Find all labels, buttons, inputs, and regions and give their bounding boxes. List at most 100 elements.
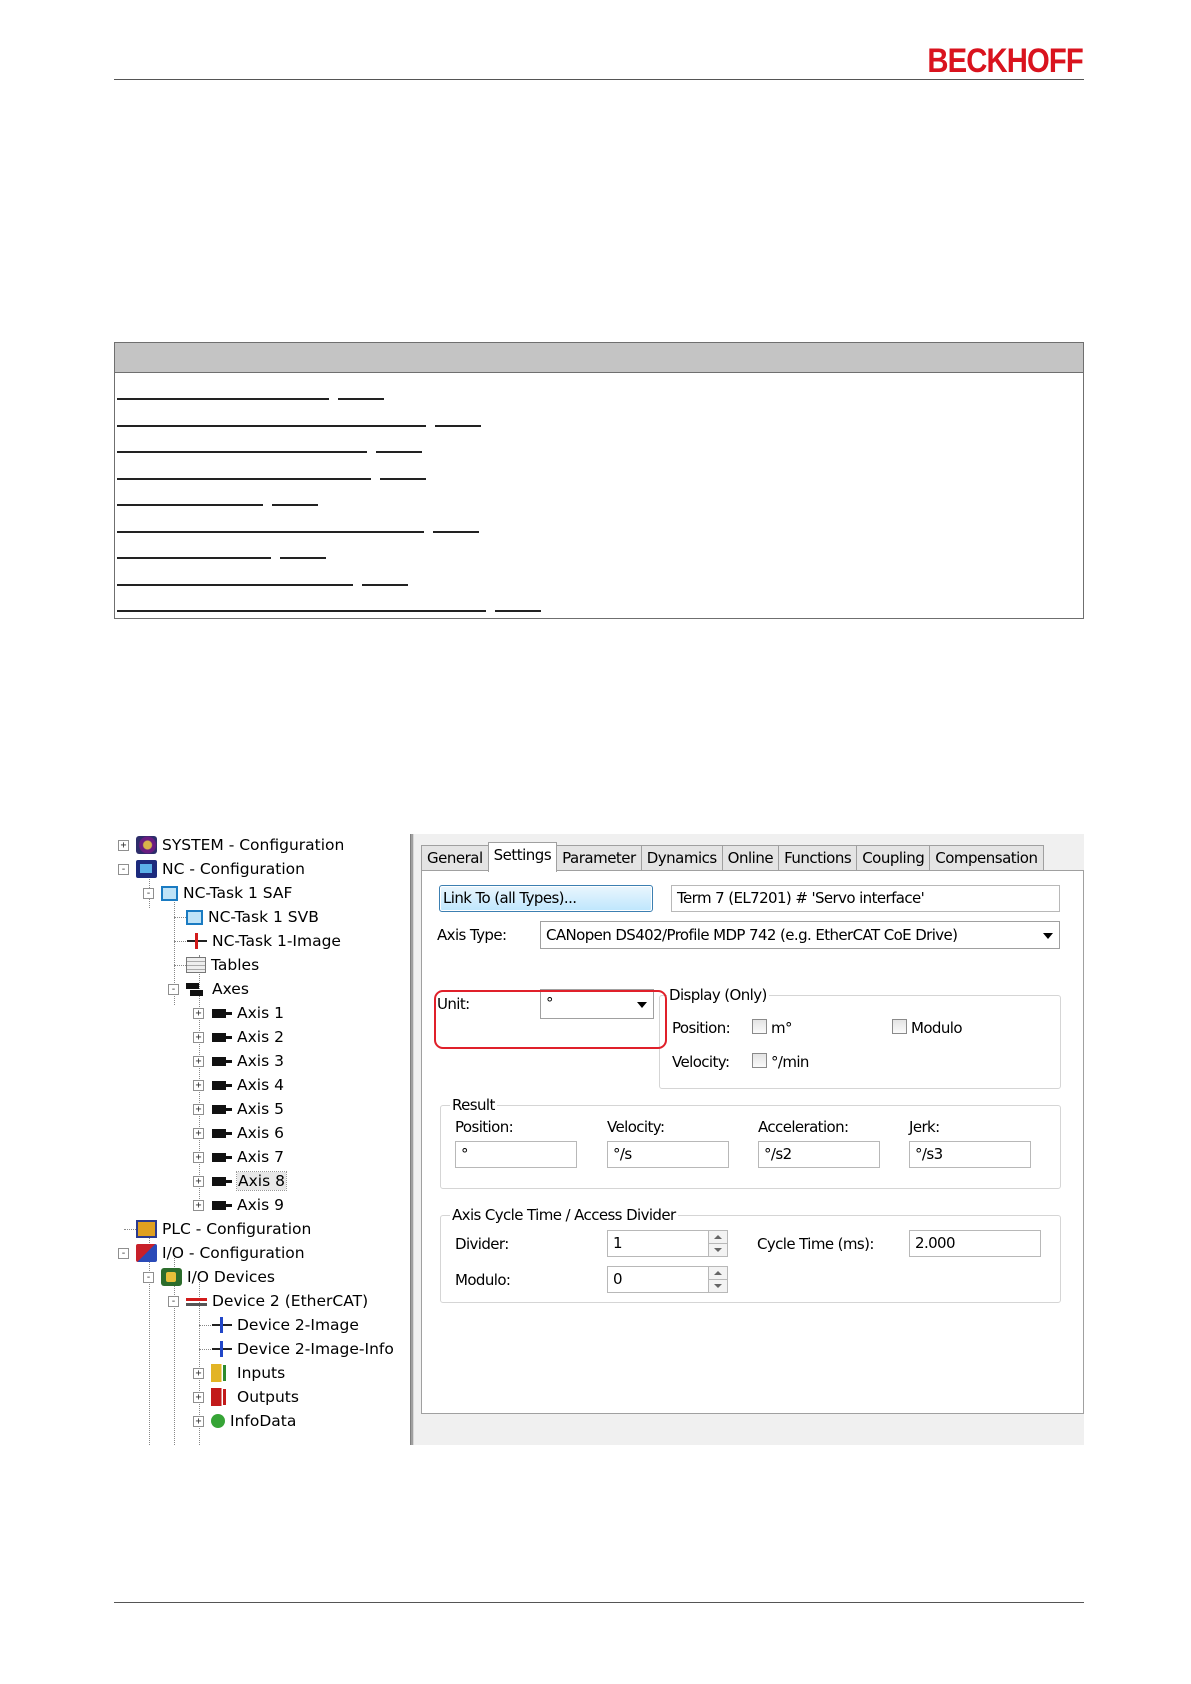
tab-general[interactable]: General [421, 845, 489, 871]
axes-icon [186, 980, 207, 998]
tree-item-io-devices[interactable]: - I/O Devices [139, 1266, 275, 1288]
tab-coupling[interactable]: Coupling [856, 845, 931, 871]
collapse-icon[interactable]: - [168, 984, 179, 995]
tree-item-label: Outputs [237, 1388, 299, 1406]
toc-link[interactable] [115, 543, 1083, 570]
result-position-field[interactable]: ° [455, 1141, 577, 1168]
modulo-field[interactable]: 0 [607, 1266, 709, 1293]
cycle-time-field[interactable]: 2.000 [909, 1230, 1041, 1257]
tab-compensation[interactable]: Compensation [929, 845, 1044, 871]
divider-spinner[interactable] [708, 1230, 728, 1257]
tree-item-nc-task-svb[interactable]: NC-Task 1 SVB [164, 906, 319, 928]
link-target-field[interactable]: Term 7 (EL7201) # 'Servo interface' [671, 885, 1060, 912]
table-icon [186, 957, 206, 973]
result-acceleration-field[interactable]: °/s2 [758, 1141, 880, 1168]
expand-icon[interactable]: + [193, 1008, 204, 1019]
expand-icon[interactable]: + [193, 1080, 204, 1091]
tab-functions[interactable]: Functions [778, 845, 858, 871]
tab-dynamics[interactable]: Dynamics [640, 845, 723, 871]
tree-item-label: NC-Task 1 SVB [208, 908, 319, 926]
toc-link[interactable] [115, 517, 1083, 544]
tree-item-nc-task-saf[interactable]: - NC-Task 1 SAF [139, 882, 292, 904]
tree-item-axis-8[interactable]: + Axis 8 [189, 1170, 287, 1192]
io-icon [136, 1244, 157, 1262]
modulo-checkbox[interactable] [892, 1019, 907, 1034]
expand-icon[interactable]: + [193, 1416, 204, 1427]
m-degree-checkbox[interactable] [752, 1019, 767, 1034]
result-velocity-field[interactable]: °/s [607, 1141, 729, 1168]
collapse-icon[interactable]: - [118, 1248, 129, 1259]
toc-link[interactable] [115, 464, 1083, 491]
axis-cycle-time-group: Axis Cycle Time / Access Divider Divider… [440, 1206, 1061, 1303]
tree-item-label: Axis 8 [236, 1171, 287, 1191]
collapse-icon[interactable]: - [168, 1296, 179, 1307]
tree-item-device-image[interactable]: Device 2-Image [189, 1314, 359, 1336]
tree-item-label: Axis 3 [237, 1052, 284, 1070]
toc-link[interactable] [115, 490, 1083, 517]
tree-item-label: Axis 2 [237, 1028, 284, 1046]
tree-item-outputs[interactable]: + Outputs [189, 1386, 299, 1408]
tree-item-system[interactable]: + SYSTEM - Configuration [114, 834, 344, 856]
toc-link[interactable] [115, 437, 1083, 464]
devices-icon [161, 1268, 182, 1286]
tree-item-io[interactable]: - I/O - Configuration [114, 1242, 305, 1264]
tree-item-axis-4[interactable]: + Axis 4 [189, 1074, 284, 1096]
group-title: Axis Cycle Time / Access Divider [450, 1206, 678, 1224]
tree-item-plc[interactable]: PLC - Configuration [114, 1218, 311, 1240]
tree-item-axes[interactable]: - Axes [164, 978, 249, 1000]
toc-header-bar [115, 343, 1083, 373]
expand-icon[interactable]: + [193, 1056, 204, 1067]
toc-link[interactable] [115, 570, 1083, 597]
tree-item-inputs[interactable]: + Inputs [189, 1362, 285, 1384]
tab-online[interactable]: Online [721, 845, 780, 871]
tree-item-infodata[interactable]: + InfoData [189, 1410, 296, 1432]
tree-item-nc[interactable]: - NC - Configuration [114, 858, 305, 880]
tree-item-label: InfoData [230, 1412, 297, 1430]
tree-item-label: Device 2-Image [237, 1316, 359, 1334]
tree-item-label: Axis 4 [237, 1076, 284, 1094]
tree-item-label: Axes [212, 980, 249, 998]
result-jerk-field[interactable]: °/s3 [909, 1141, 1031, 1168]
tree-item-axis-6[interactable]: + Axis 6 [189, 1122, 284, 1144]
unit-highlight-frame [434, 990, 667, 1049]
degree-per-min-checkbox[interactable] [752, 1053, 767, 1068]
expand-icon[interactable]: + [193, 1200, 204, 1211]
tree-item-label: Tables [211, 956, 260, 974]
result-jerk-label: Jerk: [909, 1118, 940, 1136]
expand-icon[interactable]: + [193, 1128, 204, 1139]
collapse-icon[interactable]: - [143, 888, 154, 899]
expand-icon[interactable]: + [193, 1392, 204, 1403]
tree-item-axis-5[interactable]: + Axis 5 [189, 1098, 284, 1120]
tree-item-label: NC-Task 1-Image [212, 932, 341, 950]
toc-link[interactable] [115, 411, 1083, 438]
expand-icon[interactable]: + [193, 1368, 204, 1379]
tree-item-axis-2[interactable]: + Axis 2 [189, 1026, 284, 1048]
link-to-all-types-button[interactable]: Link To (all Types)... [439, 885, 653, 912]
toc-link[interactable] [115, 596, 1083, 623]
tree-item-nc-task-image[interactable]: NC-Task 1-Image [164, 930, 341, 952]
infodata-icon [211, 1414, 225, 1428]
tab-settings[interactable]: Settings [487, 842, 558, 872]
tree-item-device-image-info[interactable]: Device 2-Image-Info [189, 1338, 394, 1360]
tab-parameter[interactable]: Parameter [556, 845, 642, 871]
tree-item-axis-7[interactable]: + Axis 7 [189, 1146, 284, 1168]
expand-icon[interactable]: + [193, 1152, 204, 1163]
axis-type-select[interactable]: CANopen DS402/Profile MDP 742 (e.g. Ethe… [540, 921, 1060, 949]
expand-icon[interactable]: + [193, 1104, 204, 1115]
expand-icon[interactable]: + [193, 1032, 204, 1043]
toc-link[interactable] [115, 384, 1083, 411]
tree-item-axis-9[interactable]: + Axis 9 [189, 1194, 284, 1216]
tree-item-tables[interactable]: Tables [164, 954, 259, 976]
expand-icon[interactable]: + [193, 1176, 204, 1187]
expand-icon[interactable]: + [118, 840, 129, 851]
tree-item-device-ethercat[interactable]: - Device 2 (EtherCAT) [164, 1290, 368, 1312]
divider-field[interactable]: 1 [607, 1230, 709, 1257]
collapse-icon[interactable]: - [143, 1272, 154, 1283]
nc-icon [136, 860, 157, 878]
tree-item-axis-3[interactable]: + Axis 3 [189, 1050, 284, 1072]
tree-item-label: Axis 5 [237, 1100, 284, 1118]
tree-item-axis-1[interactable]: + Axis 1 [189, 1002, 284, 1024]
modulo-spinner[interactable] [708, 1266, 728, 1293]
collapse-icon[interactable]: - [118, 864, 129, 875]
toc-lines [115, 373, 1083, 623]
